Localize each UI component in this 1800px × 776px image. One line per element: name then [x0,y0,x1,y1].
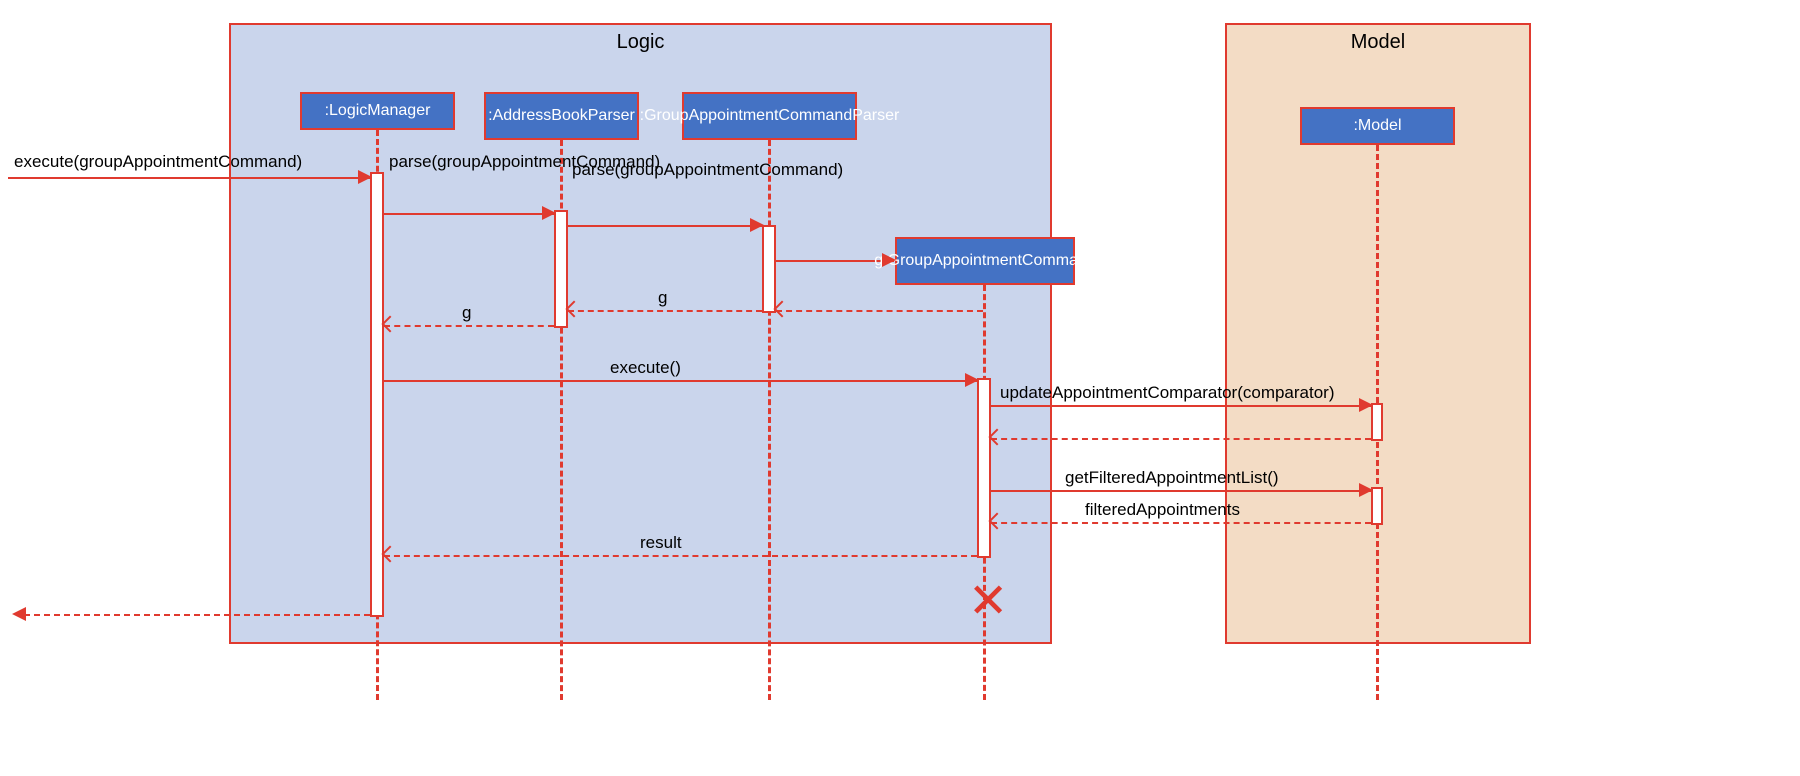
arrowhead-execute [965,373,979,387]
label-filtered-return: filteredAppointments [1085,500,1240,520]
activation-groupappointmentcommand [977,378,991,558]
arrowhead-create-g [882,253,896,267]
label-parse2: parse(groupAppointmentCommand) [572,160,712,180]
label-result: result [640,533,682,553]
lifeline-label: :GroupAppointmentCommandParser [640,107,900,125]
model-frame-label: Model [1227,31,1529,54]
arrow-parse2 [568,225,762,227]
arrow-return-g1 [568,310,762,312]
arrow-filtered-return [991,522,1371,524]
arrow-update-return [991,438,1371,440]
arrow-final-return [24,614,370,616]
lifeline-label: :AddressBookParser [488,107,635,125]
label-update-comparator: updateAppointmentComparator(comparator) [1000,383,1335,403]
lifeline-label: g:GroupAppointmentCommand [874,252,1095,270]
label-get-filtered: getFilteredAppointmentList() [1065,468,1279,488]
activation-logicmanager [370,172,384,617]
arrowhead-parse2 [750,218,764,232]
arrow-execute [384,380,977,382]
label-parse1: parse(groupAppointmentCommand) [389,152,529,172]
label-return-g1: g [658,288,667,308]
arrowhead-final-return [12,607,26,621]
arrow-return-g2 [384,325,554,327]
label-execute: execute() [610,358,681,378]
arrowhead-get-filtered [1359,483,1373,497]
label-execute-in: execute(groupAppointmentCommand) [14,152,302,172]
lifeline-head-logicmanager: :LogicManager [300,92,455,130]
destroy-icon: ✕ [968,578,1008,626]
logic-frame-label: Logic [231,31,1050,54]
arrowhead-parse1 [542,206,556,220]
arrowhead-update-comparator [1359,398,1373,412]
arrow-update-comparator [991,405,1371,407]
arrow-execute-in [8,177,370,179]
arrow-parse1 [384,213,554,215]
lifeline-label: :LogicManager [325,102,431,120]
lifeline-head-groupappointmentcommand: g:GroupAppointmentCommand [895,237,1075,285]
arrowhead-execute-in [358,170,372,184]
arrow-get-filtered [991,490,1371,492]
lifeline-label: :Model [1353,117,1401,135]
label-return-g2: g [462,303,471,323]
lifeline-dash-groupappointmentcommandparser [768,140,771,700]
lifeline-head-addressbookparser: :AddressBookParser [484,92,639,140]
arrow-return-to-parser [776,310,983,312]
arrow-result [384,555,977,557]
activation-groupappointmentcommandparser [762,225,776,313]
lifeline-head-groupappointmentcommandparser: :GroupAppointmentCommandParser [682,92,857,140]
lifeline-head-model: :Model [1300,107,1455,145]
